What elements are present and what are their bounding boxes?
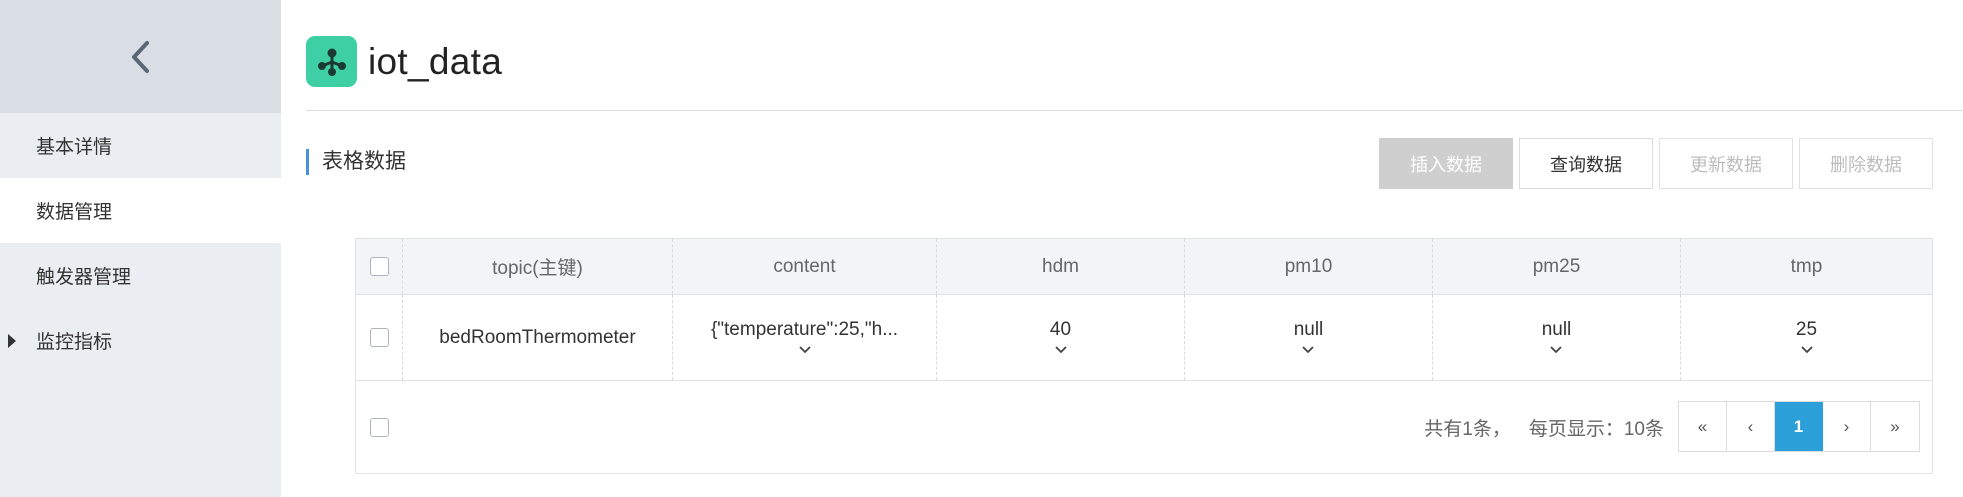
column-header-topic[interactable]: topic(主键) (403, 239, 673, 294)
update-data-button[interactable]: 更新数据 (1659, 138, 1793, 189)
sidebar-header (0, 0, 281, 113)
cell-tmp: 25 (1681, 295, 1932, 380)
cell-tmp-value: 25 (1795, 318, 1818, 340)
page-number-button[interactable]: 1 (1775, 402, 1823, 451)
data-table: topic(主键) content hdm pm10 pm25 tmp bedR… (355, 238, 1933, 474)
row-checkbox-cell (356, 295, 403, 380)
cell-content-value: {"temperature":25,"h... (710, 318, 899, 340)
sidebar-item-label: 数据管理 (36, 202, 113, 223)
chevron-down-icon[interactable] (1297, 343, 1319, 357)
header-divider (306, 110, 1963, 111)
insert-data-button[interactable]: 插入数据 (1379, 138, 1513, 189)
column-header-tmp[interactable]: tmp (1681, 239, 1932, 294)
table-row: bedRoomThermometer {"temperature":25,"h.… (356, 295, 1932, 381)
cell-topic-value: bedRoomThermometer (439, 326, 636, 348)
column-header-pm25[interactable]: pm25 (1433, 239, 1681, 294)
total-count-text: 共有1条， (1424, 418, 1511, 440)
table-header: topic(主键) content hdm pm10 pm25 tmp (356, 239, 1932, 295)
chevron-down-icon[interactable] (1545, 343, 1567, 357)
tree-node-icon (306, 36, 357, 87)
section-title: 表格数据 (306, 149, 406, 175)
pagination-summary: 共有1条， 每页显示：10条 (1424, 381, 1664, 473)
column-header-hdm[interactable]: hdm (937, 239, 1185, 294)
chevron-down-icon[interactable] (794, 343, 816, 357)
row-checkbox[interactable] (369, 328, 389, 347)
cell-hdm-value: 40 (1049, 318, 1072, 340)
cell-pm10-value: null (1293, 318, 1324, 340)
delete-data-button[interactable]: 删除数据 (1799, 138, 1933, 189)
caret-right-icon (8, 333, 16, 348)
footer-checkbox-cell (356, 417, 403, 437)
sidebar-item-trigger-management[interactable]: 触发器管理 (0, 243, 281, 308)
header-checkbox-cell (356, 239, 403, 294)
chevron-down-icon[interactable] (1050, 343, 1072, 357)
cell-hdm: 40 (937, 295, 1185, 380)
select-all-checkbox[interactable] (369, 257, 389, 276)
last-page-button[interactable]: » (1871, 402, 1919, 451)
cell-content: {"temperature":25,"h... (673, 295, 937, 380)
query-data-button[interactable]: 查询数据 (1519, 138, 1653, 189)
sidebar-item-monitoring-metrics[interactable]: 监控指标 (0, 308, 281, 373)
column-header-content[interactable]: content (673, 239, 937, 294)
footer-select-all-checkbox[interactable] (370, 417, 389, 437)
page-header: iot_data (306, 36, 502, 87)
cell-pm25-value: null (1541, 318, 1572, 340)
sidebar-item-label: 基本详情 (36, 137, 113, 158)
page-title: iot_data (368, 40, 503, 82)
sidebar-item-label: 监控指标 (36, 332, 113, 353)
chevron-down-icon[interactable] (1796, 343, 1818, 357)
sidebar: 基本详情 数据管理 触发器管理 监控指标 (0, 0, 281, 497)
pagination: « ‹ 1 › » (1678, 401, 1920, 452)
next-page-button[interactable]: › (1823, 402, 1871, 451)
table-footer: 共有1条， 每页显示：10条 « ‹ 1 › » (356, 381, 1932, 473)
sidebar-item-label: 触发器管理 (36, 267, 132, 288)
cell-pm10: null (1185, 295, 1433, 380)
chevron-left-icon[interactable] (121, 37, 161, 77)
cell-pm25: null (1433, 295, 1681, 380)
toolbar: 插入数据 查询数据 更新数据 删除数据 (1379, 138, 1933, 189)
cell-topic: bedRoomThermometer (403, 295, 673, 380)
sidebar-item-data-management[interactable]: 数据管理 (0, 178, 281, 243)
page-size-text: 每页显示：10条 (1528, 418, 1664, 440)
first-page-button[interactable]: « (1679, 402, 1727, 451)
column-header-pm10[interactable]: pm10 (1185, 239, 1433, 294)
sidebar-item-basic-details[interactable]: 基本详情 (0, 113, 281, 178)
prev-page-button[interactable]: ‹ (1727, 402, 1775, 451)
